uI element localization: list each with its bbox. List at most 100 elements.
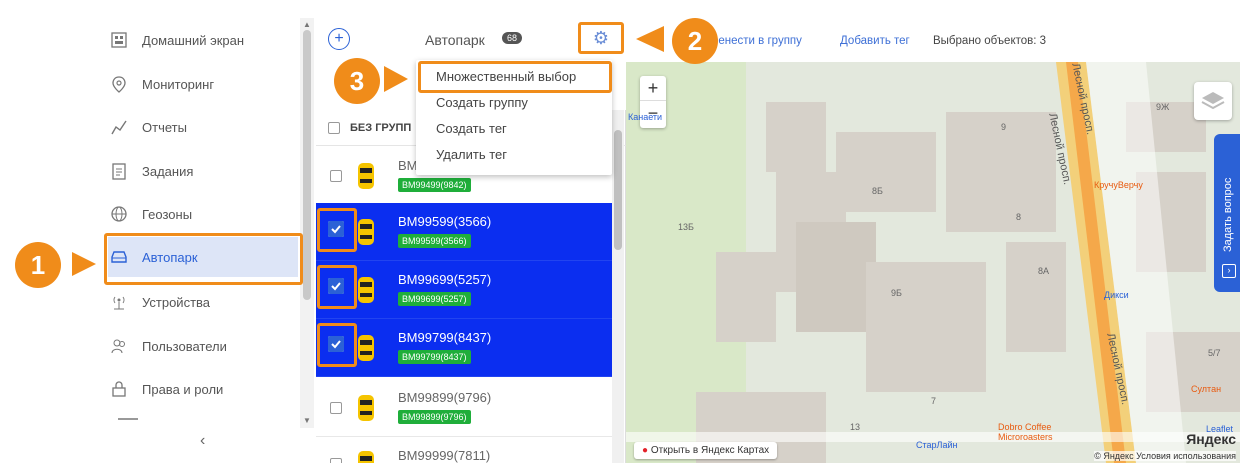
sidebar-item-label: Задания [142, 163, 194, 179]
layers-button[interactable] [1194, 82, 1232, 120]
map[interactable]: + − Задать вопрос › Лесной просп. Лесной… [626, 62, 1240, 463]
building-number: 9Б [891, 288, 902, 298]
vehicle-row-selected[interactable]: BM99699(5257) BM99699(5257) [316, 261, 612, 319]
arrow-icon [72, 252, 96, 276]
vehicle-name: BM99899(9796) [398, 390, 492, 405]
menu-item-delete-tag[interactable]: Удалить тег [436, 147, 507, 162]
poi-label: Дикси [1104, 290, 1129, 300]
taxi-icon [358, 219, 374, 245]
scroll-up-icon[interactable]: ▲ [303, 20, 311, 29]
ask-question-tab[interactable]: Задать вопрос › [1214, 134, 1240, 292]
sidebar-item-label: Отчеты [142, 119, 187, 135]
chat-icon: › [1222, 264, 1236, 278]
building-number: 7 [931, 396, 937, 406]
zoom-in-button[interactable]: + [640, 76, 666, 100]
layers-icon [1201, 92, 1225, 110]
vehicle-name: BM99799(8437) [398, 330, 492, 345]
ask-question-label: Задать вопрос [1222, 177, 1234, 252]
poi-label: СтарЛайн [916, 440, 958, 450]
chart-line-icon [108, 116, 130, 138]
row-checkbox[interactable] [330, 458, 342, 463]
sidebar-item-tasks[interactable]: Задания [108, 151, 298, 191]
sidebar-item-reports[interactable]: Отчеты [108, 107, 298, 147]
menu-item-create-group[interactable]: Создать группу [436, 95, 528, 110]
sidebar-item-home[interactable]: Домашний экран [108, 20, 298, 60]
count-badge: 68 [502, 32, 523, 44]
annotation-badge: 3 [334, 58, 380, 104]
vehicle-row-selected[interactable]: BM99799(8437) BM99799(8437) [316, 319, 612, 377]
sidebar-scroll-thumb[interactable] [303, 30, 311, 300]
vehicle-name: BM99999(7811) [398, 448, 491, 463]
lock-icon [108, 378, 130, 400]
vehicle-row[interactable]: BM99899(9796) BM99899(9796) [316, 379, 612, 437]
sidebar-item-label: Мониторинг [142, 76, 215, 92]
antenna-icon [108, 291, 130, 313]
vehicle-tag: BM99699(5257) [398, 292, 471, 306]
selected-count: Выбрано объектов: 3 [933, 35, 1047, 47]
poi-label: Султан [1191, 384, 1222, 394]
building-number: 5/7 [1208, 348, 1221, 358]
map-pin-icon [108, 73, 130, 95]
sidebar-item-geozones[interactable]: Геозоны [108, 194, 298, 234]
sidebar-item-label: Домашний экран [142, 32, 245, 48]
sidebar-item-label: Геозоны [142, 206, 193, 222]
sidebar-item-partial [118, 418, 138, 424]
row-checkbox-checked[interactable] [317, 323, 357, 367]
row-checkbox-checked[interactable] [317, 208, 357, 252]
settings-button[interactable]: ⚙ [578, 22, 624, 54]
vehicle-tag: BM99599(3566) [398, 234, 471, 248]
vehicle-row[interactable]: BM99999(7811) [316, 437, 612, 463]
building-number: 8А [1038, 266, 1050, 276]
highlight-box [104, 233, 303, 285]
row-checkbox-checked[interactable] [317, 265, 357, 309]
row-checkbox[interactable] [330, 170, 342, 182]
taxi-icon [358, 277, 374, 303]
vehicle-row-selected[interactable]: BM99599(3566) BM99599(3566) [316, 203, 612, 261]
sidebar-item-label: Пользователи [142, 338, 227, 354]
building-number: 8Б [872, 186, 883, 196]
building-number: 9Ж [1156, 102, 1170, 112]
building-number: 9 [1001, 122, 1007, 132]
gear-icon: ⚙ [592, 27, 610, 48]
group-checkbox[interactable] [328, 121, 340, 134]
users-icon [108, 335, 130, 357]
row-checkbox[interactable] [330, 402, 342, 414]
arrow-icon [636, 26, 664, 52]
sidebar-item-label: Права и роли [142, 381, 224, 397]
building-number: 13 [850, 422, 861, 432]
clipboard-icon [108, 160, 130, 182]
vehicle-name: BM99699(5257) [398, 272, 492, 287]
taxi-icon [358, 163, 374, 189]
menu-item-create-tag[interactable]: Создать тег [436, 121, 507, 136]
move-to-group-link[interactable]: ренести в группу [712, 35, 802, 47]
poi-label: Канаети [628, 112, 663, 122]
add-tag-link[interactable]: Добавить тег [840, 35, 910, 47]
annotation-badge: 1 [15, 242, 61, 288]
open-yandex-maps-button[interactable]: ● Открыть в Яндекс Картах [634, 442, 778, 459]
poi-label: КручуВерчу [1094, 180, 1143, 190]
poi-label: Dobro Coffee Microroasters [998, 422, 1053, 442]
map-marker-icon: ● [642, 445, 649, 456]
add-button[interactable]: + [328, 28, 350, 50]
sidebar-scrollbar[interactable]: ▲ ▼ [300, 18, 314, 428]
sidebar-item-label: Устройства [142, 294, 211, 310]
page-title: Автопарк [425, 32, 485, 48]
building-number: 8 [1016, 212, 1022, 222]
collapse-sidebar-button[interactable]: ‹ [200, 432, 205, 450]
vehicle-name: BM [398, 158, 418, 173]
vehicle-tag: BM99499(9842) [398, 178, 471, 192]
sidebar-item-devices[interactable]: Устройства [108, 282, 298, 322]
yandex-logo: Яндекс [1186, 431, 1236, 447]
sidebar-item-users[interactable]: Пользователи [108, 326, 298, 366]
taxi-icon [358, 395, 374, 421]
group-label: БЕЗ ГРУПП [350, 121, 412, 134]
building-number: 13Б [678, 222, 694, 232]
sidebar-item-monitoring[interactable]: Мониторинг [108, 64, 298, 104]
home-icon [108, 29, 130, 51]
terms-link[interactable]: © Яндекс Условия использования [1094, 451, 1236, 461]
scroll-down-icon[interactable]: ▼ [303, 416, 311, 425]
list-scroll-thumb[interactable] [614, 130, 622, 250]
arrow-icon [384, 66, 408, 92]
list-scrollbar[interactable] [612, 110, 624, 463]
sidebar-item-rights[interactable]: Права и роли [108, 369, 298, 409]
